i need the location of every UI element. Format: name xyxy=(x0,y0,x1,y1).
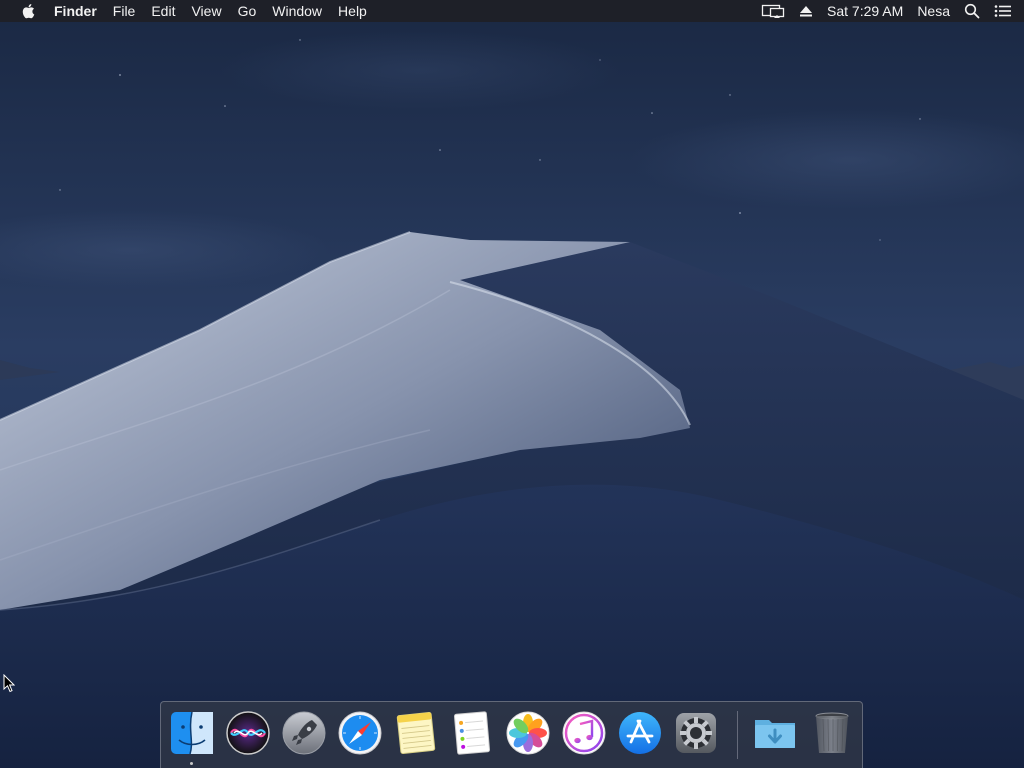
dock-launchpad[interactable] xyxy=(281,710,327,756)
app-store-icon xyxy=(619,712,661,754)
notes-icon xyxy=(396,712,436,754)
menu-bar: Finder File Edit View Go Window Help Sat… xyxy=(0,0,1024,22)
dock-downloads-stack[interactable] xyxy=(752,710,798,756)
siri-icon xyxy=(226,711,270,755)
safari-icon xyxy=(338,711,382,755)
dock-itunes[interactable] xyxy=(561,710,607,756)
clock-text: Sat 7:29 AM xyxy=(827,3,904,19)
menu-edit[interactable]: Edit xyxy=(143,0,183,22)
dock-safari[interactable] xyxy=(337,710,383,756)
dock-system-preferences[interactable] xyxy=(673,710,719,756)
dock-notes[interactable] xyxy=(393,710,439,756)
menu-bar-status: Sat 7:29 AM Nesa xyxy=(747,0,1024,22)
user-name: Nesa xyxy=(917,3,950,19)
system-preferences-icon xyxy=(676,713,716,753)
search-icon[interactable] xyxy=(964,0,980,22)
dock-app-store[interactable] xyxy=(617,710,663,756)
photos-icon xyxy=(506,711,550,755)
finder-running-indicator xyxy=(190,762,193,765)
reminders-icon xyxy=(453,711,491,755)
desktop-wallpaper xyxy=(0,0,1024,768)
finder-icon xyxy=(171,711,213,755)
menu-bar-left: Finder File Edit View Go Window Help xyxy=(0,0,375,22)
eject-icon[interactable] xyxy=(799,0,813,22)
menu-window[interactable]: Window xyxy=(264,0,330,22)
dock xyxy=(160,701,863,768)
dock-reminders[interactable] xyxy=(449,710,495,756)
downloads-folder-icon xyxy=(755,720,795,748)
mouse-pointer-icon xyxy=(3,674,15,693)
menu-file[interactable]: File xyxy=(105,0,144,22)
desktop[interactable]: Finder File Edit View Go Window Help Sat… xyxy=(0,0,1024,768)
launchpad-icon xyxy=(282,711,326,755)
menu-clock[interactable]: Sat 7:29 AM xyxy=(827,0,903,22)
apple-icon[interactable] xyxy=(20,3,36,19)
menu-go[interactable]: Go xyxy=(230,0,265,22)
menu-help[interactable]: Help xyxy=(330,0,375,22)
dock-trash[interactable] xyxy=(809,710,855,756)
dock-finder[interactable] xyxy=(169,710,215,756)
dock-separator xyxy=(737,711,738,759)
menu-user[interactable]: Nesa xyxy=(917,0,950,22)
notification-center-icon[interactable] xyxy=(994,0,1012,22)
itunes-icon xyxy=(562,711,606,755)
menu-view[interactable]: View xyxy=(183,0,229,22)
airplay-display-icon[interactable] xyxy=(761,0,785,22)
dock-siri[interactable] xyxy=(225,710,271,756)
dock-photos[interactable] xyxy=(505,710,551,756)
menu-app-finder[interactable]: Finder xyxy=(46,0,105,22)
trash-icon xyxy=(815,712,849,753)
